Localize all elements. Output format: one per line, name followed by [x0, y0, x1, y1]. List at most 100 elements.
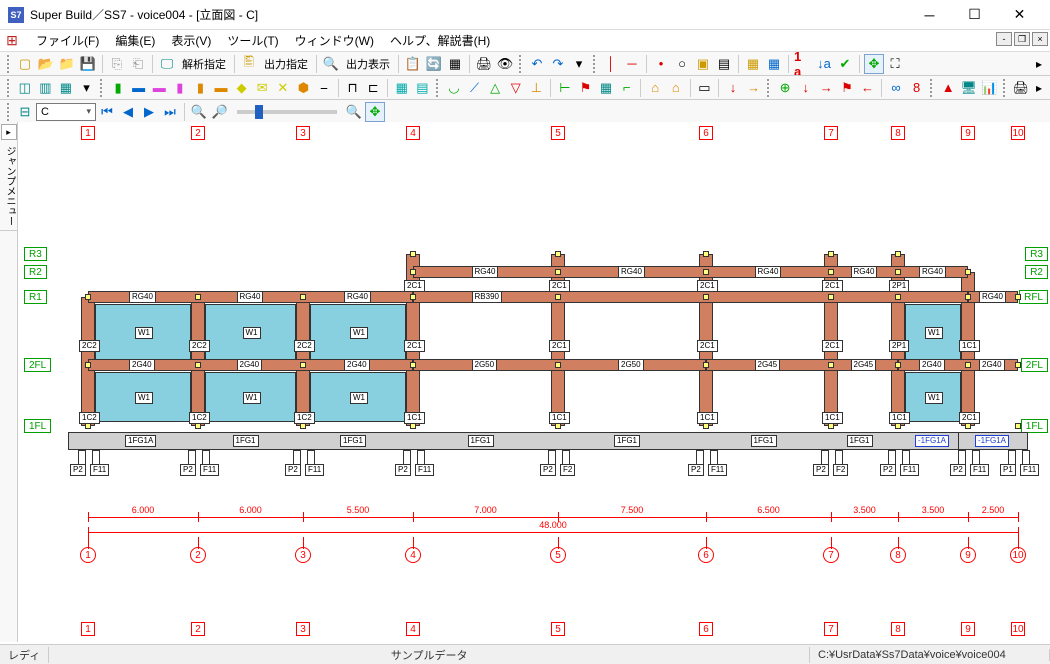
toolbar2-overflow-icon[interactable]: ▸	[1032, 81, 1046, 95]
pc-icon[interactable]: 🖥	[959, 78, 979, 98]
res-r-icon[interactable]: ↓	[796, 78, 816, 98]
grid-cyan-icon[interactable]: ▦	[392, 78, 412, 98]
view-combo[interactable]: C	[36, 103, 96, 121]
pc2-icon[interactable]: 📊	[980, 78, 1000, 98]
minimize-button[interactable]: ─	[907, 1, 952, 29]
menu-file[interactable]: ファイル(F)	[28, 29, 107, 52]
output-spec-icon[interactable]: 🖺	[239, 54, 259, 74]
sidebar-jump-tab[interactable]: ジャンプメニュー	[0, 142, 19, 231]
tree-icon[interactable]: ⊟	[15, 102, 35, 122]
check-icon[interactable]: ✔	[835, 54, 855, 74]
layers-icon[interactable]: ▤	[714, 54, 734, 74]
dot-icon[interactable]: •	[651, 54, 671, 74]
anal-grid-icon[interactable]: ▦	[596, 78, 616, 98]
prev-icon[interactable]: ◀	[118, 102, 138, 122]
move-icon[interactable]: ✥	[864, 54, 884, 74]
menu-tool[interactable]: ツール(T)	[219, 29, 286, 52]
circle-icon[interactable]: ○	[672, 54, 692, 74]
res-g-icon[interactable]: ⊕	[775, 78, 795, 98]
member-orange3-icon[interactable]: ⬢	[294, 78, 314, 98]
anal-g1-icon[interactable]: ◡	[444, 78, 464, 98]
member-yellow-icon[interactable]: ◆	[232, 78, 252, 98]
member-pink-icon[interactable]: ▬	[149, 78, 169, 98]
anal-flag-icon[interactable]: ⚑	[576, 78, 596, 98]
mdi-minimize[interactable]: -	[996, 32, 1012, 46]
output-view-icon[interactable]: 🔍	[321, 54, 341, 74]
grid3-icon[interactable]: ▦	[764, 54, 784, 74]
member-yellow2-icon[interactable]: ✉	[252, 78, 272, 98]
undo-icon[interactable]: ↶	[527, 54, 547, 74]
member-orange2-icon[interactable]: ▬	[211, 78, 231, 98]
zoom-fit-icon[interactable]: 🔍	[344, 102, 364, 122]
mdi-restore[interactable]: ❐	[1014, 32, 1030, 46]
new-doc-icon[interactable]: ▢	[15, 54, 35, 74]
next-icon[interactable]: ▶	[139, 102, 159, 122]
member-x-icon[interactable]: ✕	[273, 78, 293, 98]
load-right-icon[interactable]: →	[744, 78, 764, 98]
res-flag-icon[interactable]: ⚑	[837, 78, 857, 98]
vline-icon[interactable]: │	[601, 54, 621, 74]
open2-icon[interactable]: 📁	[57, 54, 77, 74]
view3d-1-icon[interactable]: ◫	[15, 78, 35, 98]
refresh-icon[interactable]: 🔄	[424, 54, 444, 74]
preview-icon[interactable]: 👁	[495, 54, 515, 74]
anal-b1-icon[interactable]: ⟋	[465, 78, 485, 98]
res-chain-icon[interactable]: ∞	[886, 78, 906, 98]
anal-r1-icon[interactable]: ▽	[506, 78, 526, 98]
down-a-icon[interactable]: ↓a	[814, 54, 834, 74]
member-blue-icon[interactable]: ▬	[129, 78, 149, 98]
output-spec-label[interactable]: 出力指定	[260, 56, 312, 72]
calc-icon[interactable]: 📋	[403, 54, 423, 74]
view3d-3-icon[interactable]: ▦	[56, 78, 76, 98]
analysis-spec-label[interactable]: 解析指定	[178, 56, 230, 72]
mdi-close[interactable]: ×	[1032, 32, 1048, 46]
sect2-icon[interactable]: ⊏	[363, 78, 383, 98]
res-r2-icon[interactable]: →	[817, 78, 837, 98]
maximize-button[interactable]: ☐	[952, 1, 997, 29]
sect-icon[interactable]: ⊓	[343, 78, 363, 98]
anal-g2-icon[interactable]: △	[485, 78, 505, 98]
anal-home2-icon[interactable]: ⌂	[666, 78, 686, 98]
redo-icon[interactable]: ↷	[548, 54, 568, 74]
close-button[interactable]: ✕	[997, 1, 1042, 29]
anal-g3-icon[interactable]: ⊢	[555, 78, 575, 98]
print-icon[interactable]: 🖨	[474, 54, 494, 74]
square-icon[interactable]: ▣	[693, 54, 713, 74]
member-green-icon[interactable]: ▮	[108, 78, 128, 98]
view3d-2-icon[interactable]: ▥	[36, 78, 56, 98]
member-orange-icon[interactable]: ▮	[191, 78, 211, 98]
member-pink2-icon[interactable]: ▮	[170, 78, 190, 98]
toolbar-overflow-icon[interactable]: ▸	[1032, 57, 1046, 71]
res-8-icon[interactable]: 8	[907, 78, 927, 98]
hline-icon[interactable]: ─	[622, 54, 642, 74]
pan-icon[interactable]: ✥	[365, 102, 385, 122]
sidebar-toggle-icon[interactable]: ▸	[1, 124, 17, 140]
export-icon[interactable]: ⎗	[128, 54, 148, 74]
drawing-canvas[interactable]: 1122334455667788991010R3R2R12FL1FLR3R2RF…	[18, 122, 1050, 644]
anal-or-icon[interactable]: ⊥	[526, 78, 546, 98]
view3d-drop-icon[interactable]: ▾	[77, 78, 97, 98]
last-icon[interactable]: ⏭	[160, 102, 180, 122]
save-icon[interactable]: 💾	[78, 54, 98, 74]
bold-a-icon[interactable]: 1 a	[793, 54, 813, 74]
menu-help[interactable]: ヘルプ、解説書(H)	[382, 29, 498, 52]
fit-icon[interactable]: ⛶	[885, 54, 905, 74]
print2-icon[interactable]: 🖨	[1011, 78, 1031, 98]
first-icon[interactable]: ⏮	[97, 102, 117, 122]
import-icon[interactable]: ⎘	[107, 54, 127, 74]
menu-window[interactable]: ウィンドウ(W)	[287, 29, 382, 52]
zoom-slider[interactable]	[237, 110, 337, 114]
warn-icon[interactable]: ▲	[938, 78, 958, 98]
grid2-icon[interactable]: ▦	[743, 54, 763, 74]
anal-frame-icon[interactable]: ▭	[695, 78, 715, 98]
member-line-icon[interactable]: ⎯	[314, 78, 334, 98]
zoom-in-icon[interactable]: 🔍	[189, 102, 209, 122]
undo-drop-icon[interactable]: ▾	[569, 54, 589, 74]
open-icon[interactable]: 📂	[36, 54, 56, 74]
menu-view[interactable]: 表示(V)	[163, 29, 219, 52]
zoom-out-icon[interactable]: 🔎	[210, 102, 230, 122]
res-r3-icon[interactable]: ←	[858, 78, 878, 98]
anal-home-icon[interactable]: ⌂	[645, 78, 665, 98]
grid-cyan2-icon[interactable]: ▤	[413, 78, 433, 98]
menu-edit[interactable]: 編集(E)	[107, 29, 163, 52]
